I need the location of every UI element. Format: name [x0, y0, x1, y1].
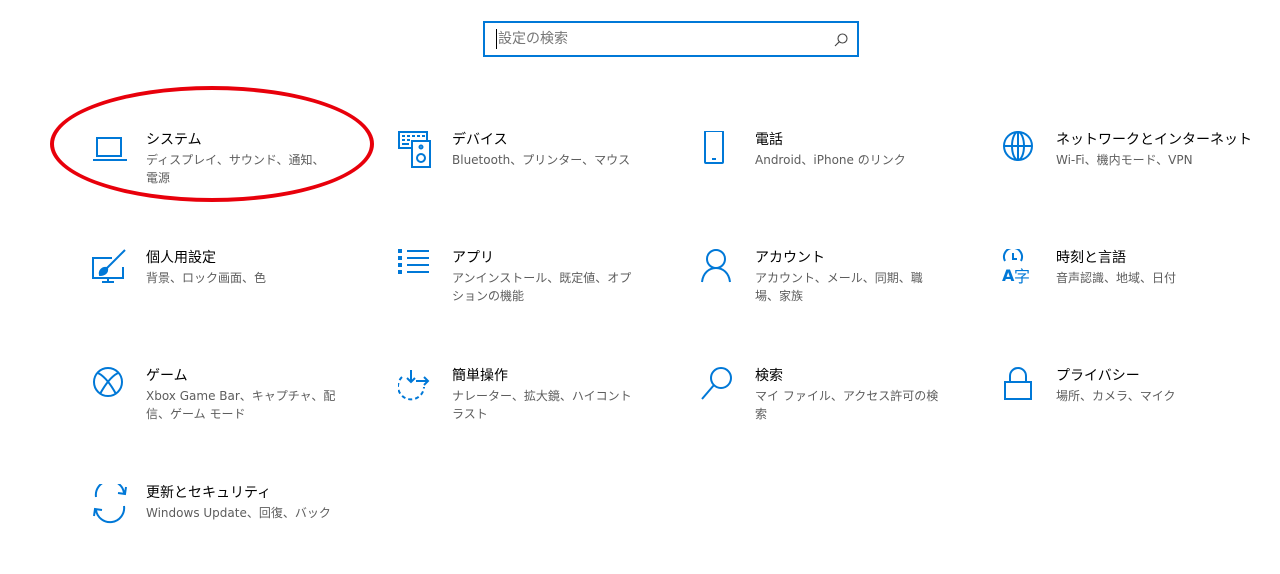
tile-description: Wi-Fi、機内モード、VPN — [1056, 153, 1193, 167]
app-list-icon — [398, 249, 438, 289]
tile-time-language[interactable]: A 字 時刻と言語 音声認識、地域、日付 — [1002, 249, 1272, 339]
tile-title: 個人用設定 — [146, 250, 216, 266]
tile-devices[interactable]: デバイス Bluetooth、プリンター、マウス — [398, 131, 668, 221]
tile-title: ネットワークとインターネット — [1056, 132, 1252, 148]
tile-description: 場所、カメラ、マイク — [1056, 389, 1176, 403]
tile-title: 簡単操作 — [452, 368, 508, 384]
tile-description: 音声認識、地域、日付 — [1056, 271, 1177, 285]
lock-icon — [1002, 367, 1042, 407]
tile-apps[interactable]: アプリ アンインストール、既定値、オプションの機能 — [398, 249, 668, 339]
search-placeholder: 設定の検索 — [498, 31, 568, 47]
person-icon — [701, 249, 741, 289]
tile-title: 検索 — [755, 368, 783, 384]
time-language-icon: A 字 — [1002, 249, 1042, 289]
tile-description: Xbox Game Bar、キャプチャ、配信、ゲーム モード — [146, 389, 336, 421]
laptop-icon — [92, 131, 132, 171]
tile-title: 時刻と言語 — [1056, 250, 1126, 266]
tile-personalization[interactable]: 個人用設定 背景、ロック画面、色 — [92, 249, 362, 339]
tile-title: システム — [146, 132, 202, 148]
tile-title: プライバシー — [1056, 368, 1140, 384]
ease-of-access-icon — [398, 367, 438, 407]
tile-description: アンインストール、既定値、オプションの機能 — [452, 271, 632, 303]
tile-description: Android、iPhone のリンク — [755, 153, 906, 167]
tile-gaming[interactable]: ゲーム Xbox Game Bar、キャプチャ、配信、ゲーム モード — [92, 367, 362, 457]
phone-icon — [701, 131, 741, 171]
tile-phone[interactable]: 電話 Android、iPhone のリンク — [701, 131, 971, 221]
tile-title: デバイス — [452, 132, 508, 148]
tile-description: ディスプレイ、サウンド、通知、電源 — [146, 153, 325, 185]
tile-privacy[interactable]: プライバシー 場所、カメラ、マイク — [1002, 367, 1272, 457]
tile-network[interactable]: ネットワークとインターネット Wi-Fi、機内モード、VPN — [1002, 131, 1272, 221]
tile-system[interactable]: システム ディスプレイ、サウンド、通知、電源 — [92, 131, 362, 221]
tile-title: アカウント — [755, 250, 825, 266]
keyboard-speaker-icon — [398, 131, 438, 171]
tile-title: アプリ — [452, 250, 494, 266]
tile-description: Windows Update、回復、バック — [146, 506, 331, 520]
search-icon — [701, 367, 741, 407]
tile-description: マイ ファイル、アクセス許可の検索 — [755, 389, 939, 421]
text-caret — [496, 29, 497, 49]
search-icon — [834, 33, 848, 47]
tile-description: ナレーター、拡大鏡、ハイコントラスト — [452, 389, 632, 421]
tile-title: 更新とセキュリティ — [146, 485, 272, 501]
sync-icon — [92, 484, 132, 524]
tile-title: ゲーム — [146, 368, 188, 384]
search-input[interactable]: 設定の検索 — [483, 21, 859, 57]
tile-description: 背景、ロック画面、色 — [146, 271, 267, 285]
xbox-icon — [92, 367, 132, 407]
tile-update-security[interactable]: 更新とセキュリティ Windows Update、回復、バック — [92, 484, 362, 574]
paint-brush-icon — [92, 249, 132, 289]
tile-ease-of-access[interactable]: 簡単操作 ナレーター、拡大鏡、ハイコントラスト — [398, 367, 668, 457]
tile-search[interactable]: 検索 マイ ファイル、アクセス許可の検索 — [701, 367, 971, 457]
svg-text:字: 字 — [1014, 267, 1030, 286]
tile-accounts[interactable]: アカウント アカウント、メール、同期、職場、家族 — [701, 249, 971, 339]
globe-icon — [1002, 131, 1042, 171]
tile-title: 電話 — [755, 132, 783, 148]
tile-description: Bluetooth、プリンター、マウス — [452, 153, 631, 167]
tile-description: アカウント、メール、同期、職場、家族 — [755, 271, 923, 303]
